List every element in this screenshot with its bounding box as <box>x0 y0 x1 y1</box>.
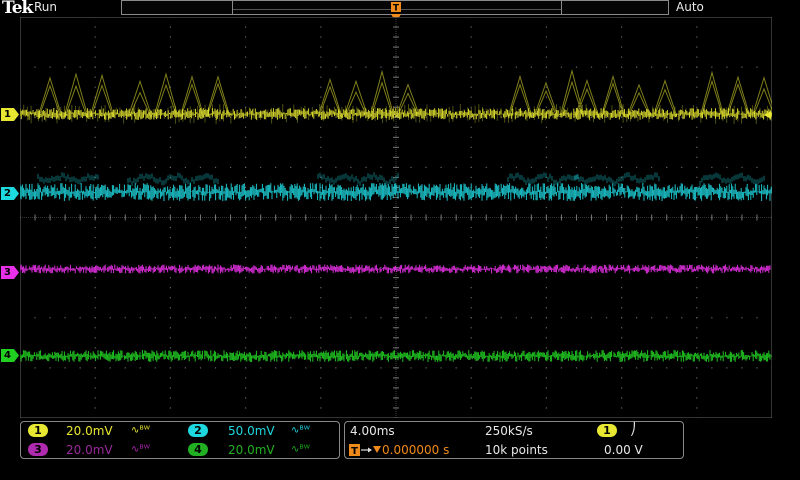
channel-2-scale[interactable]: 50.0mV <box>228 424 275 438</box>
svg-text:T: T <box>351 446 358 457</box>
trigger-level-arrow-icon[interactable] <box>762 110 772 120</box>
channel-4-bandwidth-icon: ∿ᴮᵂ <box>291 444 310 455</box>
channel-1-bandwidth-icon: ∿ᴮᵂ <box>131 425 150 436</box>
channel-3-badge[interactable]: 3 <box>28 443 48 456</box>
trigger-slope-icon[interactable]: ⎠ <box>630 422 636 436</box>
channel-2-ground-marker[interactable]: 2 <box>1 187 19 200</box>
svg-text:T: T <box>393 4 400 14</box>
trigger-delay-icon: T <box>349 444 381 457</box>
brand-logo: Tek <box>2 0 33 18</box>
channel-1-ground-marker[interactable]: 1 <box>1 108 19 121</box>
channel-3-ground-marker[interactable]: 3 <box>1 266 19 279</box>
channel-1-badge[interactable]: 1 <box>28 424 48 437</box>
record-length: 10k points <box>485 443 548 457</box>
trigger-source-badge[interactable]: 1 <box>597 424 617 437</box>
channel-3-bandwidth-icon: ∿ᴮᵂ <box>131 444 150 455</box>
channel-1-scale[interactable]: 20.0mV <box>66 424 113 438</box>
status-bar: Tek Run T Auto <box>0 0 800 23</box>
waveform-display[interactable] <box>20 17 772 418</box>
trigger-mode-label[interactable]: Auto <box>676 0 704 14</box>
channel-2-bandwidth-icon: ∿ᴮᵂ <box>291 425 310 436</box>
acquisition-run-state[interactable]: Run <box>34 0 57 14</box>
channel-3-scale[interactable]: 20.0mV <box>66 443 113 457</box>
channel-4-badge[interactable]: 4 <box>188 443 208 456</box>
sample-rate: 250kS/s <box>485 424 533 438</box>
channel-4-scale[interactable]: 20.0mV <box>228 443 275 457</box>
channel-4-ground-marker[interactable]: 4 <box>1 349 19 362</box>
channel-2-badge[interactable]: 2 <box>188 424 208 437</box>
trigger-position[interactable]: 0.000000 s <box>382 443 449 457</box>
horizontal-scale[interactable]: 4.00ms <box>350 424 395 438</box>
trigger-level[interactable]: 0.00 V <box>604 443 643 457</box>
